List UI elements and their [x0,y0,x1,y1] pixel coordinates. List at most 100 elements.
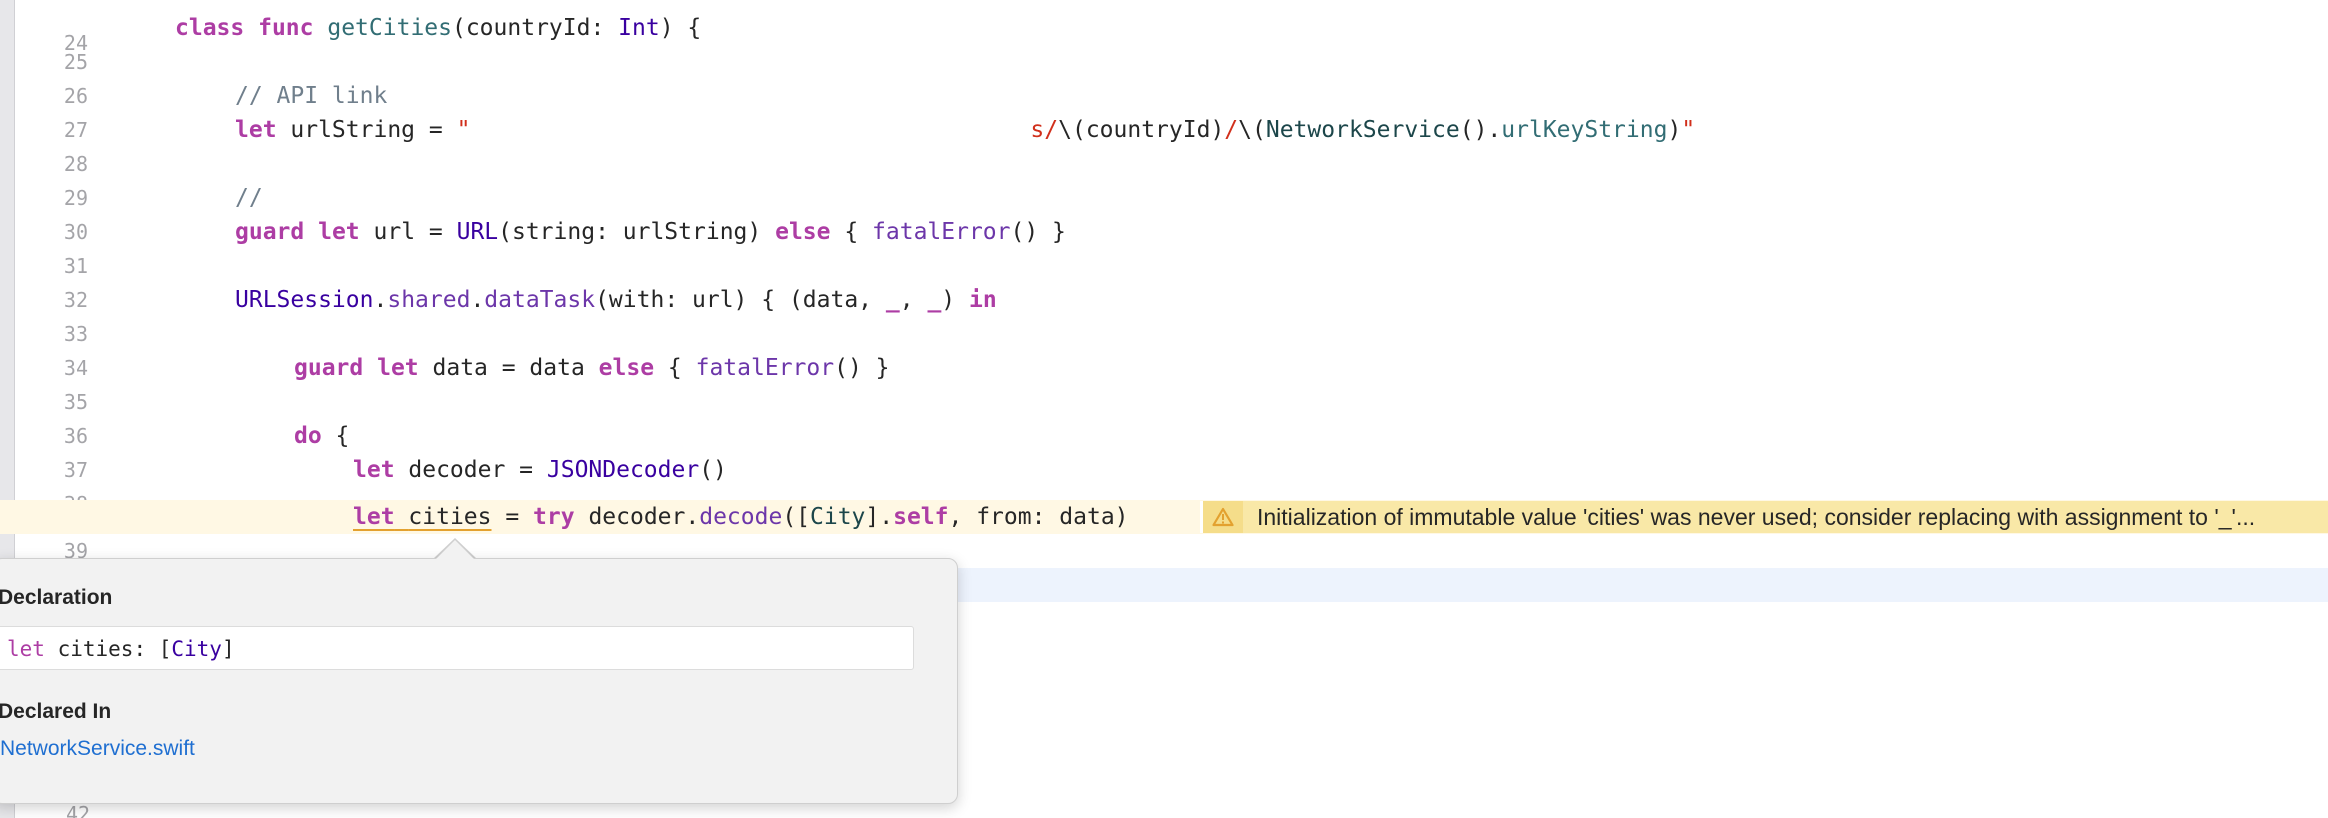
keyword-let: let [377,355,419,381]
call-args: (with: url) { (data, [595,287,886,313]
keyword-let: let [353,504,395,530]
code-line[interactable]: 27 // API link [0,79,2328,142]
code-text: let decoder = JSONDecoder() [353,453,727,487]
var-assign: url = [359,219,457,245]
code-text: let cities = try decoder.decode([City].s… [353,500,1129,534]
param-type: Int [618,15,660,41]
call-parens: () [699,457,727,483]
interpolation-close: ) [1667,117,1682,143]
underscore: _ [885,287,900,313]
warning-message: Initialization of immutable value 'citie… [1257,504,2256,530]
bracket-close: ]. [865,504,894,530]
assign: = [491,504,534,530]
keyword-class: class [175,15,245,41]
code-line[interactable]: 29 [0,147,2328,210]
keyword-let: let [353,457,395,483]
comma: , [899,287,928,313]
function-fatalerror: fatalError [872,219,1011,245]
line-number: 42 [66,804,91,818]
interpolation-open: \( [1238,117,1266,143]
property-shared: shared [387,287,471,313]
code-text: let urlString = " s/\(countryId)/\(Networ… [235,113,1695,147]
interpolation: \(countryId) [1058,117,1225,143]
bracket-open: ([ [782,504,811,530]
code-text: guard let data = data else { fatalError(… [294,351,889,385]
code-text: do { [294,419,349,453]
code-line[interactable]: 35 guard let data = data else { fatalErr… [0,351,2328,414]
code-line[interactable]: 34 [0,317,2328,380]
brace-close: () } [834,355,890,381]
declaration-keyword: let [7,637,45,661]
code-line[interactable]: 25 class func getCities(countryId: Int) … [0,11,2328,74]
popover-arrow-fill [435,540,475,560]
code-line[interactable]: 38 let decoder = JSONDecoder() [0,453,2328,516]
var-assign: decoder = [394,457,547,483]
declared-in-heading: Declared In [0,700,112,723]
type-jsondecoder: JSONDecoder [546,457,700,483]
decoder-ref: decoder. [574,504,700,530]
dot: . [373,287,388,313]
type-networkservice: NetworkService [1265,117,1460,143]
string-quote: " [456,117,471,143]
string-segment: s/ [1030,117,1059,143]
warning-issue-banner[interactable]: Initialization of immutable value 'citie… [1200,501,2328,533]
keyword-guard: guard [294,355,364,381]
code-line[interactable]: 36 [0,385,2328,448]
call-args: (string: urlString) [498,219,776,245]
code-text: class func getCities(countryId: Int) { [175,11,701,45]
brace-open: { [654,355,696,381]
function-decode: decode [699,504,783,530]
paren-close: ) [941,287,969,313]
declaration-type: City [171,637,222,661]
code-line[interactable]: 33 URLSession.shared.dataTask(with: url)… [0,283,2328,346]
code-line-warning[interactable]: 39 let cities = try decoder.decode([City… [0,500,2328,563]
type-city: City [810,504,866,530]
declaration-name: cities: [ [44,637,172,661]
redacted-url [470,121,1030,141]
keyword-let: let [235,117,277,143]
var-assign: data = data [418,355,599,381]
dot: . [470,287,485,313]
brace-open: { [321,423,350,449]
string-quote-close: " [1681,117,1696,143]
code-text: URLSession.shared.dataTask(with: url) { … [235,283,997,317]
comment: // [235,185,263,211]
keyword-func: func [258,15,314,41]
declaration-close: ] [221,637,235,661]
call-parens: (). [1459,117,1502,143]
code-line[interactable]: 32 [0,249,2328,312]
warning-triangle-icon[interactable] [1203,501,1243,533]
keyword-let: let [318,219,360,245]
param-open: (countryId: [451,15,619,41]
code-line[interactable]: 37 do { [0,419,2328,482]
keyword-guard: guard [235,219,305,245]
declaration-heading: Declaration [0,586,113,609]
property-urlkeystring: urlKeyString [1501,117,1668,143]
param-close: ) { [659,15,702,41]
declared-in-file-link[interactable]: NetworkService.swift [0,737,195,761]
keyword-else: else [598,355,655,381]
keyword-try: try [533,504,575,530]
code-line[interactable]: 26 [0,45,2328,108]
code-line[interactable]: 30 // [0,181,2328,244]
keyword-else: else [775,219,831,245]
brace-open: { [830,219,873,245]
call-rest: , from: data) [948,504,1129,530]
declaration-box: let cities: [City] [0,626,914,670]
code-line[interactable]: 28 let urlString = " s/\(countryId)/\(Net… [0,113,2328,176]
underscore: _ [927,287,942,313]
function-datatask: dataTask [484,287,596,313]
function-fatalerror: fatalError [695,355,835,381]
variable-cities[interactable]: cities [408,504,491,530]
keyword-self: self [893,504,949,530]
keyword-in: in [969,287,997,313]
var-assign: urlString = [276,117,457,143]
keyword-do: do [294,423,322,449]
function-name: getCities [327,15,452,41]
code-line[interactable]: 31 guard let url = URL(string: urlString… [0,215,2328,278]
code-text: guard let url = URL(string: urlString) e… [235,215,1066,249]
brace-close: () } [1010,219,1066,245]
type-url: URL [456,219,499,245]
type-urlsession: URLSession [235,287,374,313]
